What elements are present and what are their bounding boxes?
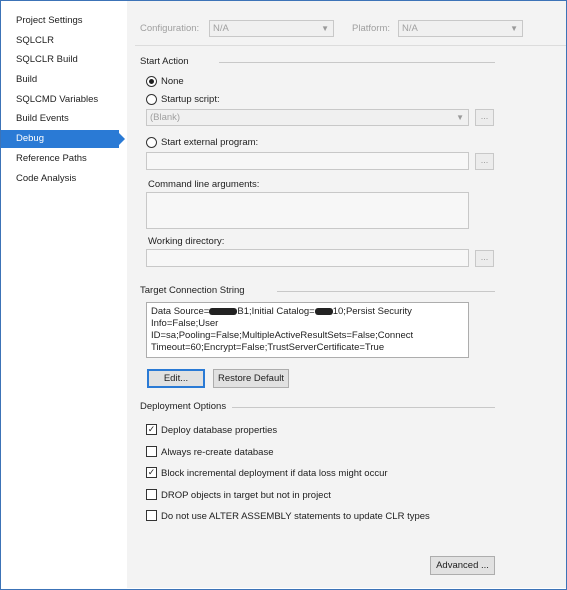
always-recreate-checkbox[interactable] [146,446,157,457]
no-alter-assembly-checkbox[interactable] [146,510,157,521]
drop-objects-checkbox[interactable] [146,489,157,500]
redaction-mark [314,307,333,315]
deployment-options-title: Deployment Options [140,401,227,412]
chevron-down-icon: ▼ [510,24,518,33]
chevron-down-icon: ▼ [456,113,464,122]
command-line-label: Command line arguments: [148,179,260,190]
startup-script-browse-button[interactable]: ... [475,109,494,126]
startup-script-select[interactable]: (Blank) ▼ [146,109,469,126]
external-program-browse-button[interactable]: ... [475,153,494,170]
connection-string-part2: B1;Initial Catalog= [237,306,315,317]
chevron-down-icon: ▼ [321,24,329,33]
sidebar: Project Settings SQLCLR SQLCLR Build Bui… [1,1,127,588]
sidebar-item-sqlclr-build[interactable]: SQLCLR Build [1,51,121,69]
external-program-radio[interactable] [146,137,157,148]
block-incremental-checkbox[interactable]: ✓ [146,467,157,478]
target-connection-title: Target Connection String [140,285,245,296]
startup-script-radio[interactable] [146,94,157,105]
startup-script-value: (Blank) [150,112,181,123]
sidebar-item-reference-paths[interactable]: Reference Paths [1,150,121,168]
connection-string-part1: Data Source= [151,306,210,317]
drop-objects-label: DROP objects in target but not in projec… [161,490,331,501]
none-radio[interactable] [146,76,157,87]
start-action-title: Start Action [140,56,189,67]
sidebar-item-sqlclr[interactable]: SQLCLR [1,32,121,50]
platform-value: N/A [402,23,418,34]
redaction-mark [209,307,238,315]
target-connection-rule [277,291,495,292]
external-program-field[interactable] [146,152,469,170]
connection-string-box: Data Source= B1;Initial Catalog= 10;Persis… [146,302,469,358]
deploy-db-properties-checkbox[interactable]: ✓ [146,424,157,435]
working-directory-browse-button[interactable]: ... [475,250,494,267]
platform-label: Platform: [352,23,391,34]
sidebar-item-build[interactable]: Build [1,71,121,89]
working-directory-label: Working directory: [148,236,225,247]
command-line-field[interactable] [146,192,469,229]
sidebar-item-code-analysis[interactable]: Code Analysis [1,170,121,188]
configuration-value: N/A [213,23,229,34]
deployment-options-rule [232,407,495,408]
start-action-rule [219,62,495,63]
sidebar-item-sqlcmd-variables[interactable]: SQLCMD Variables [1,91,121,109]
sidebar-item-debug[interactable]: Debug [1,130,125,148]
always-recreate-label: Always re-create database [161,447,274,458]
platform-select[interactable]: N/A ▼ [398,20,523,37]
working-directory-field[interactable] [146,249,469,267]
configuration-label: Configuration: [140,23,200,34]
debug-settings-panel: Configuration: N/A ▼ Platform: N/A ▼ Sta… [127,1,566,588]
external-program-label: Start external program: [161,137,259,148]
no-alter-assembly-label: Do not use ALTER ASSEMBLY statements to … [161,511,430,522]
config-divider [135,45,566,46]
deploy-db-properties-label: Deploy database properties [161,425,278,436]
none-radio-label: None [161,76,184,87]
advanced-button[interactable]: Advanced ... [430,556,495,575]
configuration-select[interactable]: N/A ▼ [209,20,334,37]
restore-default-button[interactable]: Restore Default [213,369,289,388]
startup-script-label: Startup script: [161,94,220,105]
sidebar-item-project-settings[interactable]: Project Settings [1,12,121,30]
edit-connection-button[interactable]: Edit... [147,369,205,388]
sidebar-item-build-events[interactable]: Build Events [1,110,121,128]
block-incremental-label: Block incremental deployment if data los… [161,468,388,479]
